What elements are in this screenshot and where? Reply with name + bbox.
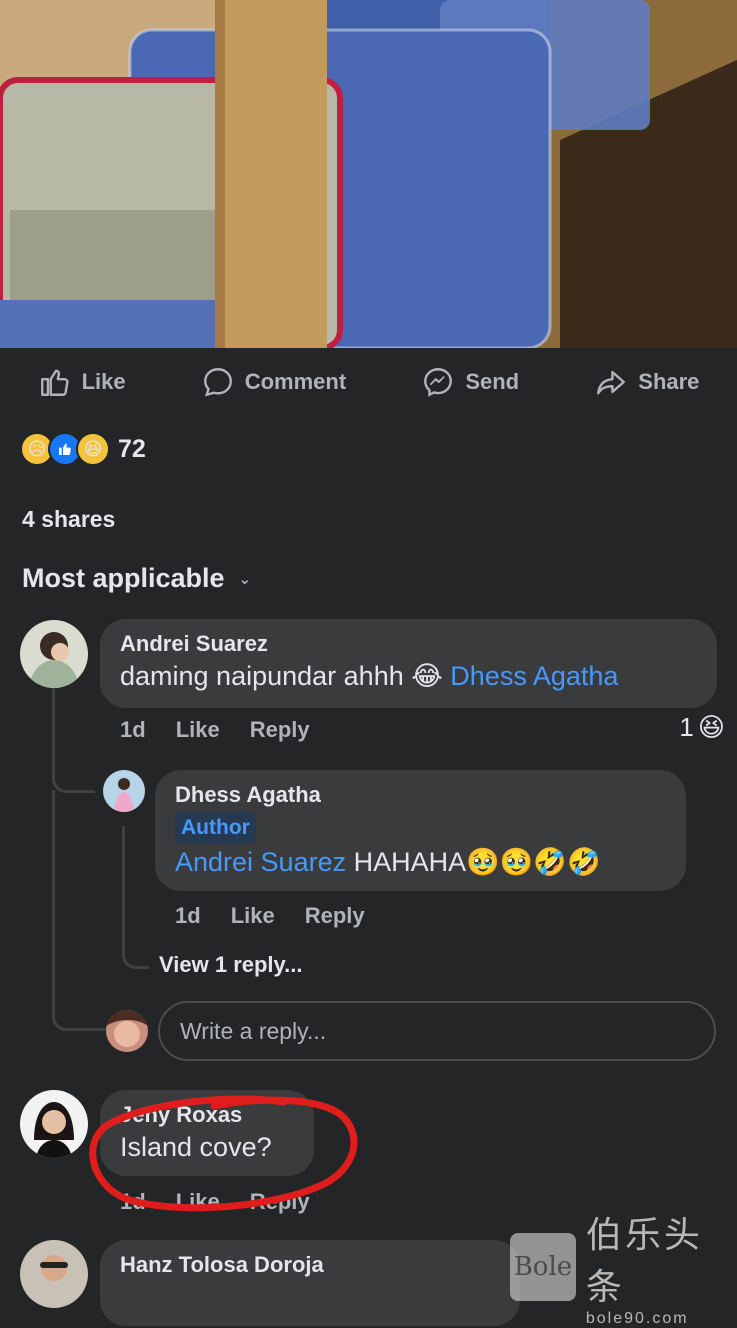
comment-time[interactable]: 1d xyxy=(120,1189,146,1215)
share-arrow-icon xyxy=(597,370,626,395)
reply-author[interactable]: Dhess Agatha xyxy=(175,782,666,808)
reply-reply-button[interactable]: Reply xyxy=(305,903,365,929)
haha-emoji-icon: 😆 xyxy=(697,712,725,742)
chevron-down-icon: ⌄ xyxy=(238,570,252,588)
comment-like-button[interactable]: Like xyxy=(176,1189,220,1215)
messenger-icon xyxy=(424,368,453,397)
reply-text: Andrei Suarez HAHAHA🥹🥹🤣🤣 xyxy=(175,846,666,878)
watermark-url: bole90.com xyxy=(585,1310,689,1327)
comment-reply-button[interactable]: Reply xyxy=(250,717,310,743)
share-button[interactable]: Share xyxy=(594,365,699,399)
shares-count[interactable]: 4 shares xyxy=(22,506,115,533)
comment-like-button[interactable]: Like xyxy=(176,717,220,743)
watermark-logo: Bole xyxy=(510,1233,576,1301)
comment-author[interactable]: Andrei Suarez xyxy=(120,631,697,657)
mention-link[interactable]: Andrei Suarez xyxy=(175,847,346,877)
comment-label: Comment xyxy=(244,369,347,394)
comment-text: daming naipundar ahhh 😂 Dhess Agatha xyxy=(120,661,697,692)
watermark-chinese: 伯乐头条 xyxy=(585,1214,703,1307)
reply-like-button[interactable]: Like xyxy=(231,903,275,929)
avatar[interactable] xyxy=(20,1090,88,1158)
like-label: Like xyxy=(81,369,126,394)
comment-meta: 1d Like Reply xyxy=(120,717,310,743)
send-label: Send xyxy=(465,369,520,394)
reply-body: HAHAHA🥹🥹🤣🤣 xyxy=(346,847,601,877)
comment-bubble-icon xyxy=(203,368,232,397)
avatar[interactable] xyxy=(20,620,88,688)
thread-line xyxy=(52,790,107,1031)
send-button[interactable]: Send xyxy=(421,365,519,399)
reply-time[interactable]: 1d xyxy=(175,903,201,929)
reply-input[interactable] xyxy=(158,1001,716,1061)
comment-bubble: Jeny Roxas Island cove? xyxy=(100,1090,314,1176)
comment-button[interactable]: Comment xyxy=(201,365,346,399)
watermark: Bole 伯乐头条 bole90.com xyxy=(510,1206,737,1328)
comment-body: Island cove? xyxy=(120,1132,272,1162)
comment-time[interactable]: 1d xyxy=(120,717,146,743)
reaction-count: 72 xyxy=(118,434,146,463)
comment-author[interactable]: Hanz Tolosa Doroja xyxy=(120,1252,500,1278)
thread-line xyxy=(52,688,95,793)
comment-author[interactable]: Jeny Roxas xyxy=(120,1102,294,1128)
share-label: Share xyxy=(638,369,700,394)
reply-bubble: Dhess Agatha Author Andrei Suarez HAHAHA… xyxy=(155,770,686,891)
reply-meta: 1d Like Reply xyxy=(175,903,365,929)
avatar[interactable] xyxy=(103,770,145,812)
comment-meta: 1d Like Reply xyxy=(120,1189,310,1215)
comment-bubble: Hanz Tolosa Doroja xyxy=(100,1240,520,1326)
author-badge: Author xyxy=(175,812,256,844)
avatar[interactable] xyxy=(20,1240,88,1308)
haha-emoji-icon: 😆 xyxy=(76,432,110,466)
view-replies-link[interactable]: View 1 reply... xyxy=(159,952,302,978)
comment-reply-button[interactable]: Reply xyxy=(250,1189,310,1215)
comment-sort-dropdown[interactable]: Most applicable ⌄ xyxy=(22,563,251,594)
thumbs-up-icon xyxy=(40,369,69,396)
comment-bubble: Andrei Suarez daming naipundar ahhh 😂 Dh… xyxy=(100,619,717,708)
comment-reaction-count[interactable]: 1 😆 xyxy=(679,712,725,743)
reaction-count-number: 1 xyxy=(679,712,694,742)
thread-line xyxy=(122,826,149,969)
reactions-summary[interactable]: 😥 😆 72 xyxy=(20,432,146,466)
post-photo[interactable] xyxy=(0,0,737,348)
mention-link[interactable]: Dhess Agatha xyxy=(450,661,618,691)
current-user-avatar xyxy=(106,1010,148,1052)
like-button[interactable]: Like xyxy=(38,365,126,399)
sort-label: Most applicable xyxy=(22,563,225,593)
comment-body: daming naipundar ahhh 😂 xyxy=(120,661,443,691)
post-photo-image xyxy=(0,0,737,348)
post-action-bar: Like Comment Send Share xyxy=(0,348,737,416)
